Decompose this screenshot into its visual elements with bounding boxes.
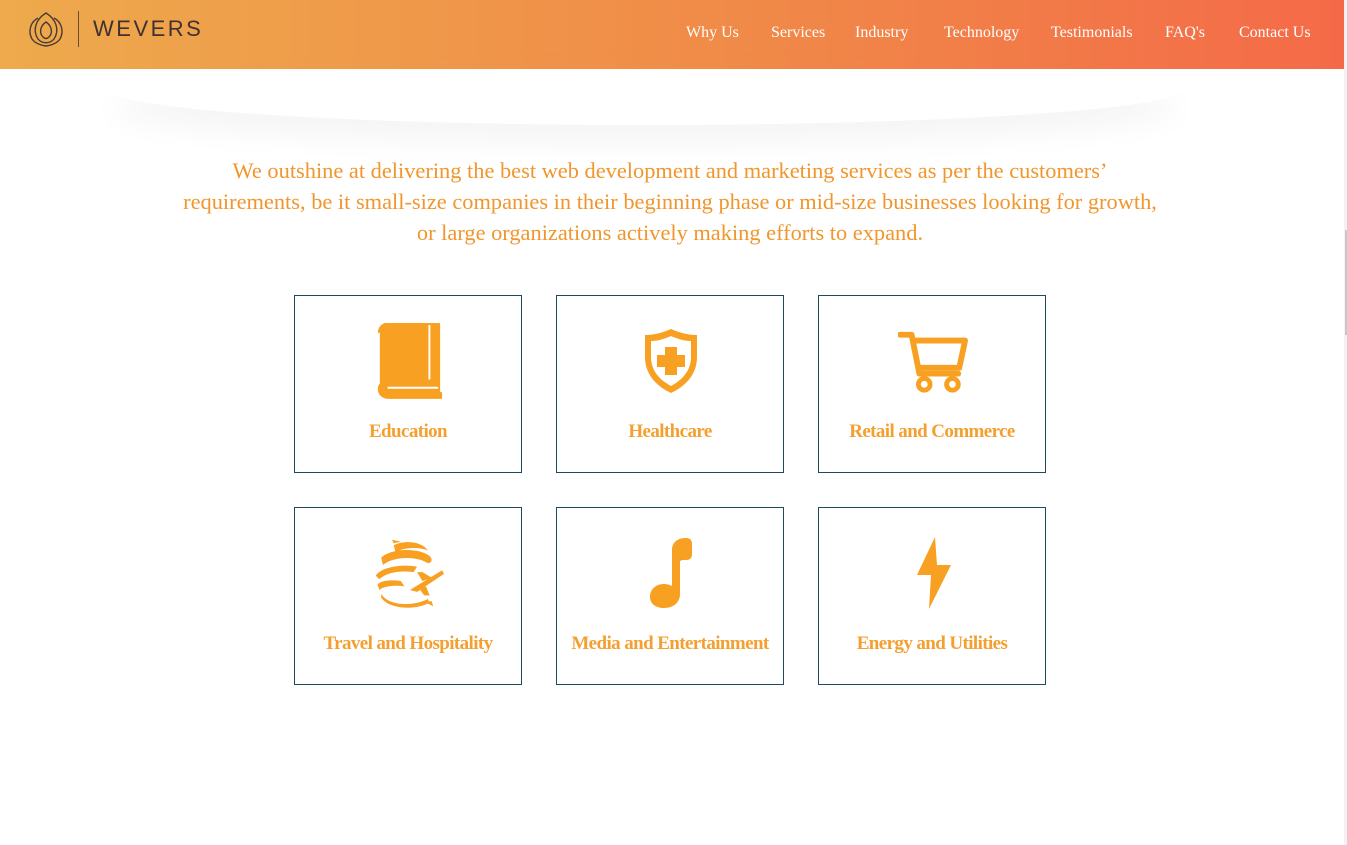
decorative-shadow: [110, 55, 1180, 125]
intro-line: requirements, be it small-size companies…: [183, 189, 1157, 214]
industry-card-retail-and-commerce[interactable]: Retail and Commerce: [818, 295, 1046, 473]
intro-line: or large organizations actively making e…: [416, 220, 924, 245]
card-label: Retail and Commerce: [849, 421, 1015, 442]
card-label: Energy and Utilities: [856, 633, 1008, 654]
industry-card-energy-and-utilities[interactable]: Energy and Utilities: [818, 507, 1046, 685]
lightning-bolt-icon: [898, 532, 968, 614]
nav-technology[interactable]: Technology: [944, 24, 1019, 42]
intro-paragraph: We outshine at delivering the best web d…: [172, 155, 1168, 248]
nav-services[interactable]: Services: [771, 24, 825, 42]
logo-divider: [78, 11, 79, 47]
nav-why-us[interactable]: Why Us: [686, 24, 739, 42]
card-label: Travel and Hospitality: [323, 633, 493, 654]
globe-airplane-icon: [374, 532, 444, 614]
medical-shield-icon: [636, 320, 706, 402]
card-label: Education: [368, 421, 448, 442]
nav-contact-us[interactable]: Contact Us: [1239, 24, 1311, 42]
brand-logo[interactable]: WEVERS: [26, 10, 203, 48]
lotus-logo-icon: [29, 12, 63, 47]
music-note-icon: [636, 532, 706, 614]
card-label: Media and Entertainment: [571, 633, 769, 654]
industry-card-education[interactable]: Education: [294, 295, 522, 473]
nav-testimonials[interactable]: Testimonials: [1051, 24, 1133, 42]
industry-card-healthcare[interactable]: Healthcare: [556, 295, 784, 473]
nav-industry[interactable]: Industry: [855, 24, 908, 42]
industry-card-travel-and-hospitality[interactable]: Travel and Hospitality: [294, 507, 522, 685]
book-icon: [374, 320, 444, 402]
brand-name: WEVERS: [93, 16, 204, 41]
card-label: Healthcare: [628, 421, 712, 442]
intro-line: We outshine at delivering the best web d…: [232, 158, 1108, 183]
nav-faqs[interactable]: FAQ's: [1165, 24, 1205, 42]
shopping-cart-icon: [898, 320, 968, 402]
industry-card-media-and-entertainment[interactable]: Media and Entertainment: [556, 507, 784, 685]
